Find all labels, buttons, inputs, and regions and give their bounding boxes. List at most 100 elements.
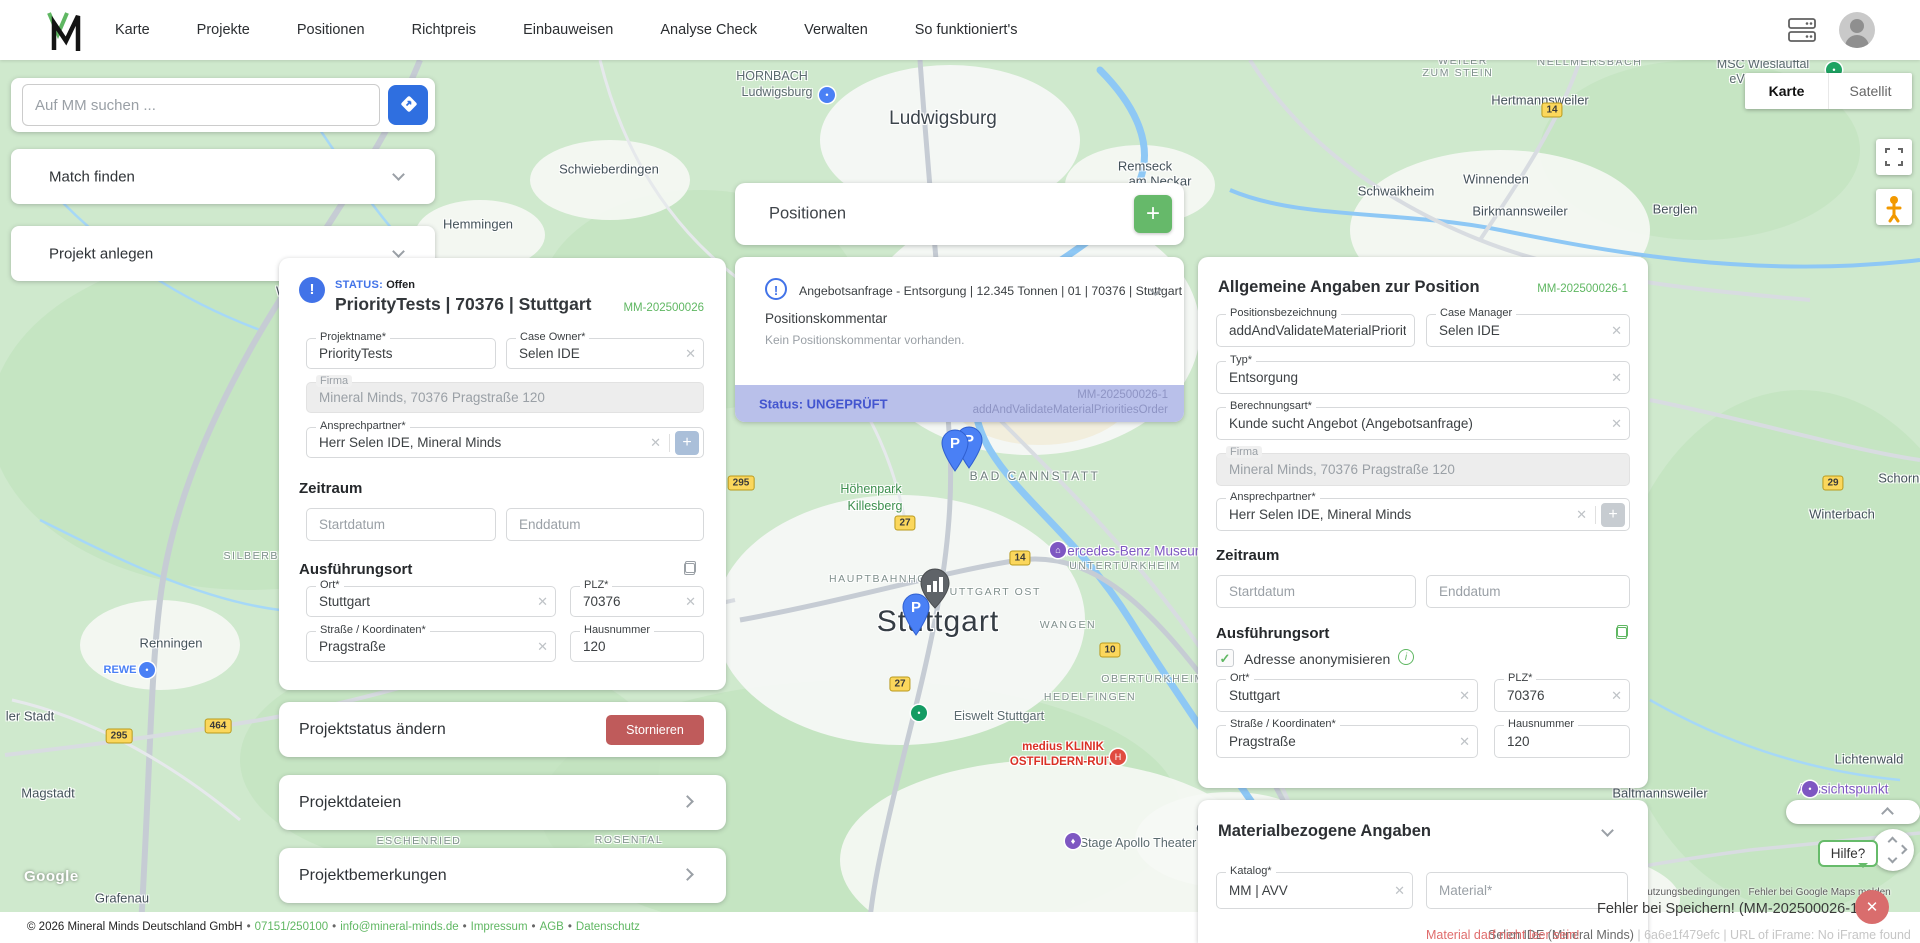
detail-strasse-input[interactable] [1229,726,1451,757]
nav-item[interactable]: Projekte [197,22,250,38]
add-position-button[interactable]: + [1134,195,1172,233]
footer-text: © 2026 Mineral Minds Deutschland GmbH•07… [27,912,640,943]
nav-item[interactable]: Verwalten [804,22,868,38]
nav-item[interactable]: Einbauweisen [523,22,613,38]
hausnummer-input[interactable] [583,632,695,661]
strasse-input[interactable] [319,632,529,661]
route-shield: 295 [728,476,755,491]
svg-text:P: P [950,435,960,452]
projektname-input[interactable] [319,339,487,368]
clear-icon[interactable]: ✕ [685,346,696,362]
clear-icon[interactable]: ✕ [1611,688,1622,704]
clear-icon[interactable]: ✕ [537,639,548,655]
clear-icon[interactable]: ✕ [537,594,548,610]
poi-icon[interactable]: H [1110,749,1126,765]
case-manager-input[interactable] [1439,315,1603,346]
match-finden-panel[interactable]: Match finden [11,149,435,204]
poi-icon[interactable]: • [819,87,835,103]
help-button[interactable]: Hilfe? [1818,840,1878,867]
projektdateien-card[interactable]: Projektdateien [279,775,726,830]
startdatum-input[interactable] [319,509,487,540]
case-owner-input[interactable] [519,339,677,368]
projektstatus-card: Projektstatus ändern Stornieren [279,702,726,757]
add-contact-button[interactable]: + [1601,503,1625,527]
datenschutz-link[interactable]: Datenschutz [576,921,640,933]
nav-item[interactable]: Analyse Check [660,22,757,38]
berechnungsart-input[interactable] [1229,408,1603,439]
user-avatar[interactable] [1839,12,1875,48]
add-contact-button[interactable]: + [675,431,699,455]
ort-input[interactable] [319,587,529,616]
clear-icon[interactable]: ✕ [685,594,696,610]
clear-icon[interactable]: ✕ [1576,507,1587,523]
clear-icon[interactable]: ✕ [1459,734,1470,750]
detail-ort-input[interactable] [1229,680,1451,711]
material-input[interactable] [1439,873,1619,908]
anonymize-checkbox[interactable]: ✓ [1216,649,1234,667]
enddatum-input[interactable] [519,509,695,540]
mineral-minds-logo[interactable] [42,8,86,52]
pan-control[interactable] [1872,829,1914,871]
case-owner-field: Case Owner* ✕ [506,338,704,369]
position-status-meta: MM-202500026-1 addAndValidateMaterialPri… [973,388,1168,418]
clear-icon[interactable]: ✕ [1611,370,1622,386]
poi-icon[interactable]: ♦ [1065,833,1081,849]
detail-hausnummer-input[interactable] [1507,726,1621,757]
divider [669,434,670,452]
detail-enddatum-input[interactable] [1439,576,1621,607]
copy-icon[interactable] [1616,625,1628,639]
poi-icon[interactable]: • [139,662,155,678]
nav-item[interactable]: Positionen [297,22,365,38]
search-input[interactable] [22,84,380,126]
email-link[interactable]: info@mineral-minds.de [340,921,458,933]
clear-icon[interactable]: ✕ [1394,883,1405,899]
avatar-body [1845,35,1869,48]
search-directions-button[interactable] [388,85,428,125]
zeitraum-heading: Zeitraum [299,480,362,497]
map-pin-parking-stuttgart[interactable]: P [899,591,933,642]
poi-icon[interactable]: ⌂ [1050,542,1066,558]
clear-icon[interactable]: ✕ [650,435,661,451]
map-type-karte[interactable]: Karte [1745,73,1829,109]
terms-link[interactable]: Nutzungsbedingungen [1640,887,1740,898]
detail-plz-input[interactable] [1507,680,1603,711]
project-status-icon: ! [299,277,325,303]
detail-ansprechpartner-field: Ansprechpartner* ✕ + [1216,498,1630,531]
agb-link[interactable]: AGB [540,921,564,933]
chevron-down-icon[interactable] [1601,824,1614,837]
clear-icon[interactable]: ✕ [1611,323,1622,339]
toast-close-button[interactable]: ✕ [1855,890,1889,924]
nav-item[interactable]: Richtpreis [412,22,476,38]
pegman-button[interactable] [1876,189,1912,225]
fullscreen-button[interactable] [1876,139,1912,175]
detail-plz-label: PLZ* [1504,672,1536,684]
poi-icon[interactable]: • [1802,781,1818,797]
impressum-link[interactable]: Impressum [471,921,528,933]
detail-ansprechpartner-input[interactable] [1229,499,1565,530]
svg-text:P: P [911,599,921,616]
typ-input[interactable] [1229,362,1603,393]
nav-item[interactable]: So funktioniert's [915,22,1018,38]
poi-icon[interactable]: • [911,705,927,721]
projektbemerkungen-card[interactable]: Projektbemerkungen [279,848,726,903]
server-list-icon[interactable] [1787,16,1817,44]
katalog-input[interactable] [1229,873,1386,908]
detail-startdatum-input[interactable] [1229,576,1407,607]
map-type-satellit[interactable]: Satellit [1829,73,1912,109]
stornieren-button[interactable]: Stornieren [606,715,704,745]
phone-link[interactable]: 07151/250100 [255,921,329,933]
map-pin-parking-badcannstatt[interactable]: P [938,427,972,478]
plz-input[interactable] [583,587,677,616]
clear-icon[interactable]: ✕ [1459,688,1470,704]
status-value: Offen [386,279,415,291]
nav-item[interactable]: Karte [115,22,150,38]
positionen-title: Positionen [769,205,846,224]
copy-icon[interactable] [684,561,696,575]
hausnummer-label: Hausnummer [580,624,654,636]
clear-icon[interactable]: ✕ [1611,416,1622,432]
positionsbezeichnung-input[interactable] [1229,315,1406,346]
scroll-up-pill[interactable] [1786,800,1920,824]
plz-field: PLZ* ✕ [570,586,704,617]
info-icon[interactable]: i [1398,649,1414,665]
ansprechpartner-input[interactable] [319,428,639,457]
